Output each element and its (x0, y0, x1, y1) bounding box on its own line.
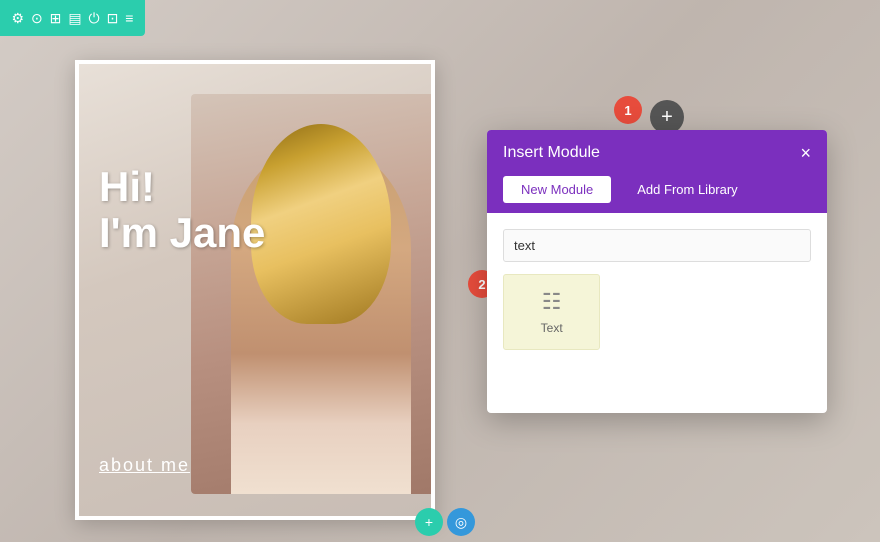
modal-close-button[interactable]: × (800, 144, 811, 162)
tab-add-from-library[interactable]: Add From Library (619, 176, 755, 203)
settings-row-button[interactable]: ◎ (447, 508, 475, 536)
card-name-text: I'm Jane (99, 210, 265, 256)
tab-new-module[interactable]: New Module (503, 176, 611, 203)
text-module-label: Text (541, 321, 563, 335)
module-item-text[interactable]: ☷ Text (503, 274, 600, 350)
layout-icon[interactable]: ▤ (68, 10, 81, 27)
card-photo (191, 94, 435, 494)
add-module-button[interactable]: + (650, 100, 684, 134)
module-grid: ☷ Text (503, 274, 811, 350)
modal-title: Insert Module (503, 144, 600, 162)
card-inner: Hi! I'm Jane about me (79, 64, 431, 516)
settings-icon[interactable]: ⚙ (11, 10, 24, 27)
step-badge-1: 1 (614, 96, 642, 124)
card-about-link[interactable]: about me (99, 455, 190, 476)
target-icon[interactable]: ⊙ (31, 10, 43, 27)
toolbar: ⚙ ⊙ ⊞ ▤ ⏻ ⊡ ≡ (0, 0, 145, 36)
page-card: Hi! I'm Jane about me (75, 60, 435, 520)
bottom-action-buttons: + ◎ (415, 508, 475, 536)
card-text: Hi! I'm Jane (99, 164, 265, 256)
box-icon[interactable]: ⊡ (107, 10, 119, 27)
modal-body: ☷ Text (487, 213, 827, 413)
module-search-input[interactable] (503, 229, 811, 262)
modal-tabs: New Module Add From Library (487, 176, 827, 213)
grid-icon[interactable]: ⊞ (50, 10, 62, 27)
modal-header: Insert Module × (487, 130, 827, 176)
menu-icon[interactable]: ≡ (125, 10, 133, 26)
insert-module-modal: Insert Module × New Module Add From Libr… (487, 130, 827, 413)
add-row-button[interactable]: + (415, 508, 443, 536)
card-hi-text: Hi! (99, 164, 265, 210)
power-icon[interactable]: ⏻ (89, 10, 100, 27)
text-module-icon: ☷ (542, 289, 562, 315)
